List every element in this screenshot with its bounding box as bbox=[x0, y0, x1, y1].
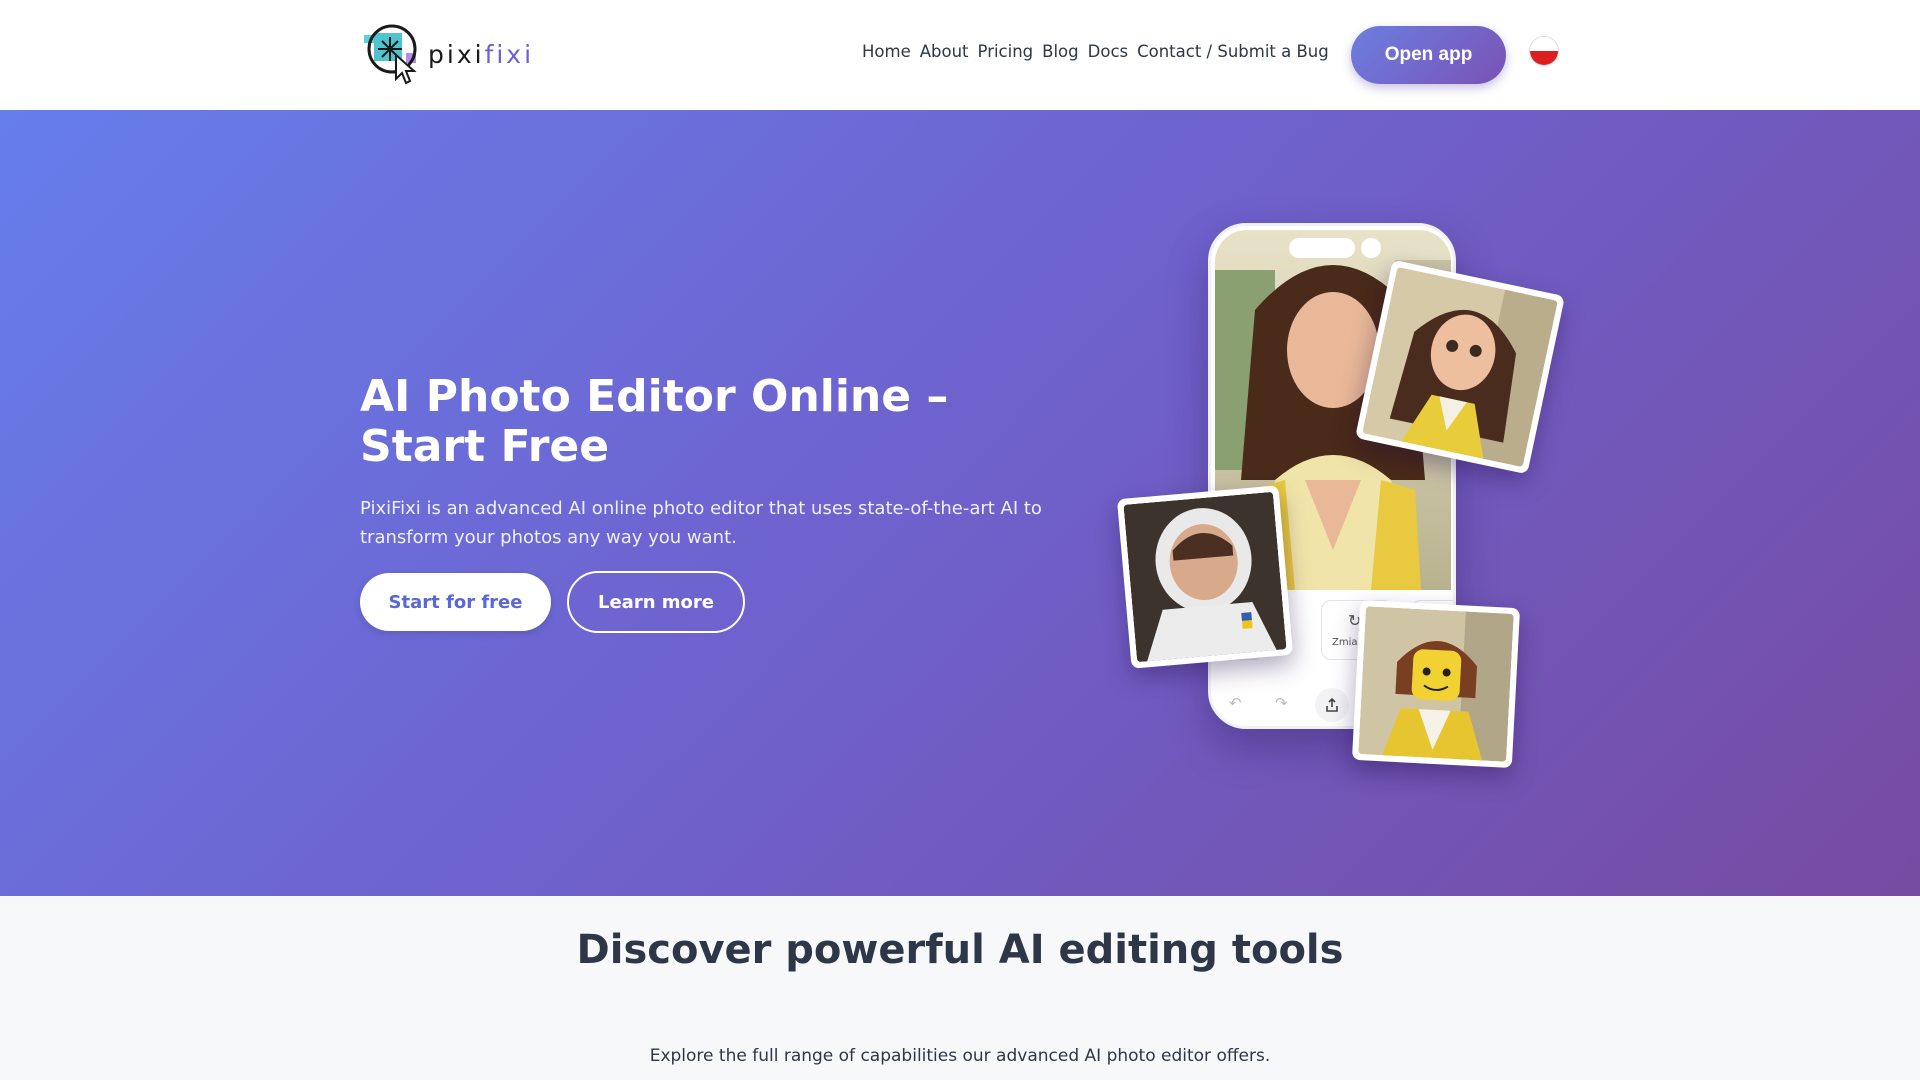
hero-subtitle: PixiFixi is an advanced AI online photo … bbox=[360, 498, 1042, 548]
logo[interactable]: pixifixi bbox=[362, 22, 534, 86]
nav-docs[interactable]: Docs bbox=[1088, 42, 1128, 61]
features-subtitle: Explore the full range of capabilities o… bbox=[649, 1046, 1271, 1066]
main-nav: Home About Pricing Blog Docs Contact / S… bbox=[862, 42, 1338, 61]
features-title: Discover powerful AI editing tools bbox=[576, 927, 1344, 973]
nav-home[interactable]: Home bbox=[862, 42, 911, 61]
logo-icon bbox=[362, 21, 428, 87]
redo-icon: ↷ bbox=[1275, 694, 1288, 712]
photo-card-astronaut bbox=[1116, 485, 1294, 669]
open-app-button[interactable]: Open app bbox=[1351, 26, 1506, 84]
site-header: pixifixi Home About Pricing Blog Docs Co… bbox=[0, 0, 1920, 110]
hero-section: AI Photo Editor Online – Start Free Pixi… bbox=[0, 110, 1920, 896]
start-for-free-button[interactable]: Start for free bbox=[360, 573, 551, 631]
features-intro-section: Discover powerful AI editing tools Explo… bbox=[0, 896, 1920, 1080]
undo-icon: ↶ bbox=[1229, 694, 1242, 712]
nav-blog[interactable]: Blog bbox=[1042, 42, 1078, 61]
share-icon bbox=[1315, 688, 1349, 722]
nav-contact[interactable]: Contact / Submit a Bug bbox=[1137, 42, 1329, 61]
phone-tool-label: Zmia bbox=[1332, 637, 1358, 648]
nav-pricing[interactable]: Pricing bbox=[978, 42, 1034, 61]
hero-title: AI Photo Editor Online – Start Free bbox=[360, 371, 949, 472]
learn-more-button[interactable]: Learn more bbox=[567, 571, 745, 633]
photo-card-lego bbox=[1351, 599, 1521, 769]
nav-about[interactable]: About bbox=[920, 42, 969, 61]
polish-flag-icon[interactable] bbox=[1529, 36, 1559, 66]
photo-card-cartoon bbox=[1355, 259, 1565, 475]
logo-text: pixifixi bbox=[428, 39, 535, 69]
